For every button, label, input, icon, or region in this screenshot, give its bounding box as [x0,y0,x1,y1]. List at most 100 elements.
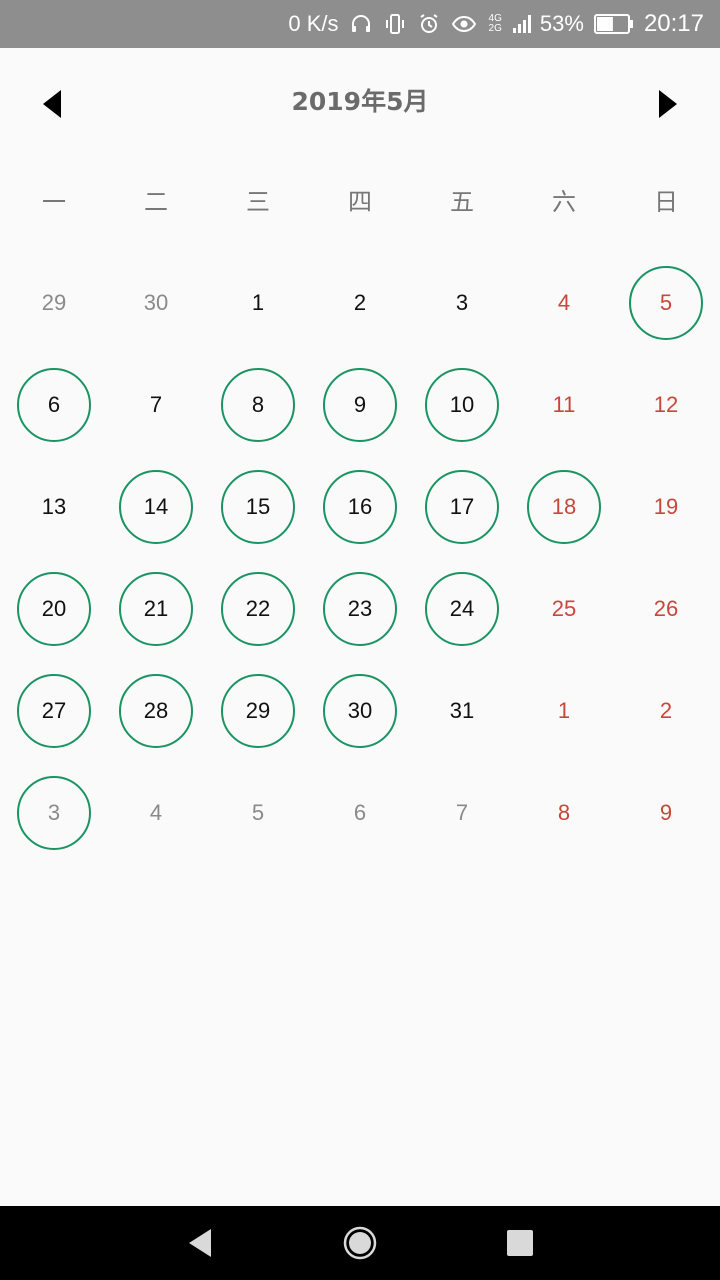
day-number: 29 [41,290,67,315]
calendar-day[interactable]: 29 [3,252,105,354]
day-number: 6 [353,800,367,825]
calendar-day[interactable]: 2 [309,252,411,354]
weekday-header: 一 二 三 四 五 六 日 [0,182,720,222]
calendar-day[interactable]: 7 [105,354,207,456]
day-number: 12 [653,392,679,417]
calendar-day[interactable]: 12 [615,354,717,456]
day-number: 9 [659,800,673,825]
calendar-day[interactable]: 7 [411,762,513,864]
day-number: 28 [143,698,169,723]
system-nav-bar [0,1206,720,1280]
calendar-day[interactable]: 31 [411,660,513,762]
day-number: 9 [353,392,367,417]
calendar-day[interactable]: 24 [411,558,513,660]
weekday-label: 三 [246,188,270,216]
calendar-day[interactable]: 29 [207,660,309,762]
calendar-day[interactable]: 4 [105,762,207,864]
calendar-day[interactable]: 9 [309,354,411,456]
calendar-day[interactable]: 22 [207,558,309,660]
calendar-day[interactable]: 14 [105,456,207,558]
weekday-label: 五 [450,188,474,216]
day-number: 3 [455,290,469,315]
calendar-day[interactable]: 28 [105,660,207,762]
day-number: 30 [143,290,169,315]
calendar-day[interactable]: 13 [3,456,105,558]
calendar-day[interactable]: 10 [411,354,513,456]
calendar-day[interactable]: 27 [3,660,105,762]
triangle-left-icon [43,90,61,118]
day-number: 2 [659,698,673,723]
calendar-day[interactable]: 16 [309,456,411,558]
day-number: 4 [557,290,571,315]
day-number: 5 [251,800,265,825]
recents-icon [507,1230,533,1256]
calendar-day[interactable]: 11 [513,354,615,456]
network-speed: 0 K/s [288,11,339,36]
weekday-label: 一 [42,188,66,216]
status-bar: 0 K/s 4G 2G 53% 20:17 [0,0,720,48]
calendar-day[interactable]: 6 [309,762,411,864]
day-number: 29 [245,698,271,723]
calendar-day[interactable]: 8 [513,762,615,864]
calendar-day[interactable]: 20 [3,558,105,660]
day-number: 1 [251,290,265,315]
network-type-2g: 2G [488,23,502,34]
calendar-day[interactable]: 4 [513,252,615,354]
signal-bars-icon [512,13,534,35]
calendar-day[interactable]: 23 [309,558,411,660]
eye-icon [451,12,477,36]
weekday-label: 日 [654,188,678,216]
calendar-day[interactable]: 30 [105,252,207,354]
calendar-day[interactable]: 15 [207,456,309,558]
calendar-day[interactable]: 3 [3,762,105,864]
day-number: 18 [551,494,577,519]
battery-percent: 53% [539,11,584,36]
day-number: 24 [449,596,475,621]
recents-button[interactable] [480,1206,560,1280]
calendar-day[interactable]: 30 [309,660,411,762]
calendar-day[interactable]: 3 [411,252,513,354]
calendar-day[interactable]: 21 [105,558,207,660]
headphones-icon [349,12,373,36]
calendar-day[interactable]: 9 [615,762,717,864]
day-number: 13 [41,494,67,519]
day-number: 17 [449,494,475,519]
calendar-day[interactable]: 26 [615,558,717,660]
calendar-day[interactable]: 8 [207,354,309,456]
day-number: 31 [449,698,475,723]
weekday-label: 六 [552,188,576,216]
day-number: 5 [659,290,673,315]
day-number: 19 [653,494,679,519]
home-icon [343,1226,377,1260]
calendar-day[interactable]: 6 [3,354,105,456]
calendar-day[interactable]: 5 [615,252,717,354]
day-number: 21 [143,596,169,621]
calendar-day[interactable]: 19 [615,456,717,558]
calendar-day[interactable]: 2 [615,660,717,762]
calendar-day[interactable]: 17 [411,456,513,558]
next-month-button[interactable] [648,84,688,124]
day-number: 26 [653,596,679,621]
calendar-day[interactable]: 18 [513,456,615,558]
calendar-day[interactable]: 5 [207,762,309,864]
battery-icon [593,13,634,35]
day-number: 4 [149,800,163,825]
weekday-label: 四 [348,188,372,216]
home-button[interactable] [320,1206,400,1280]
signal-icon: 4G 2G [489,14,502,34]
back-icon [189,1229,211,1257]
calendar-day[interactable]: 1 [513,660,615,762]
day-number: 10 [449,392,475,417]
day-number: 20 [41,596,67,621]
day-number: 2 [353,290,367,315]
day-number: 14 [143,494,169,519]
vibrate-icon [383,12,407,36]
day-number: 3 [47,800,61,825]
calendar-day[interactable]: 25 [513,558,615,660]
back-button[interactable] [160,1206,240,1280]
status-time: 20:17 [643,10,704,37]
day-number: 7 [149,392,163,417]
prev-month-button[interactable] [32,84,72,124]
calendar-day[interactable]: 1 [207,252,309,354]
day-number: 15 [245,494,271,519]
